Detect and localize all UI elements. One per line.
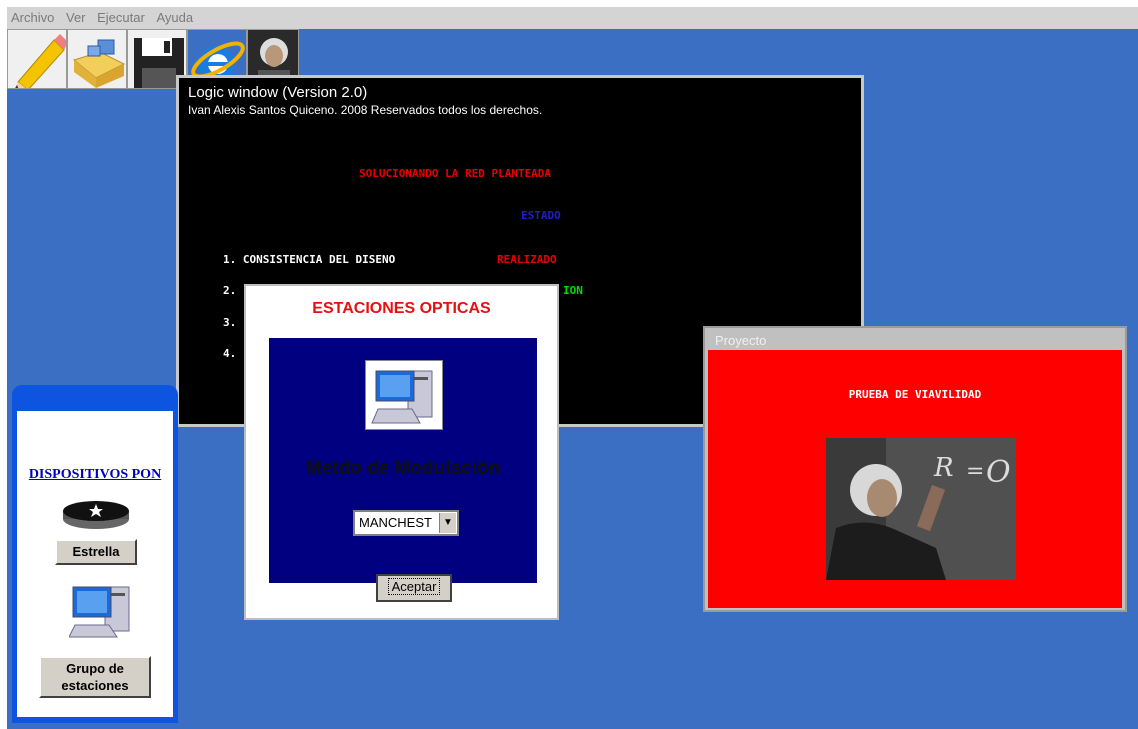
dialog-title: ESTACIONES OPTICAS [312,300,491,317]
menu-bar: Archivo Ver Ejecutar Ayuda [7,7,1138,29]
modulation-select[interactable]: MANCHEST ▼ [353,510,459,536]
solving-heading: SOLUCIONANDO LA RED PLANTEADA [359,167,552,180]
station-group-button[interactable]: Grupo de estaciones [39,656,151,698]
pon-devices-body: DISPOSITIVOS PON Estrella Grupo de estac… [17,411,173,717]
step-1-label: 1. CONSISTENCIA DEL DISENO [223,253,396,266]
step-2-label: 2. [223,284,237,297]
einstein-chalkboard-photo: R = O [826,438,1016,580]
accept-button-label: Aceptar [387,578,441,595]
accept-button[interactable]: Aceptar [376,574,452,602]
svg-text:R: R [933,453,954,483]
folder-icon [72,39,126,88]
menu-ejecutar[interactable]: Ejecutar [93,7,149,27]
menu-ayuda[interactable]: Ayuda [152,7,197,27]
menu-archivo[interactable]: Archivo [7,7,58,27]
logic-window-copyright: Ivan Alexis Santos Quiceno. 2008 Reserva… [188,103,543,117]
optical-stations-dialog: ESTACIONES OPTICAS Metdo de Modulación M… [244,284,559,620]
station-image [365,360,443,430]
project-window-body: PRUEBA DE VIAVILIDAD R = O [708,350,1122,608]
pencil-button[interactable] [7,29,67,89]
step-1-status: REALIZADO [497,253,557,266]
project-window-caption: Proyecto [715,333,767,348]
svg-text:=: = [966,459,984,484]
step-4-label: 4. [223,347,237,360]
pon-devices-title: DISPOSITIVOS PON [28,467,162,482]
open-button[interactable] [67,29,127,89]
star-coupler-icon [63,501,129,529]
modulation-label: Metdo de Modulación [305,458,501,479]
computer-icon [371,370,433,424]
modulation-select-value: MANCHEST [359,515,432,530]
status-header: ESTADO [521,209,561,222]
menu-ver[interactable]: Ver [62,7,90,27]
estrella-button[interactable]: Estrella [55,539,137,565]
step-2-status: ION [563,284,583,297]
chevron-down-icon[interactable]: ▼ [439,513,456,533]
logic-window-title: Logic window (Version 2.0) [188,84,368,101]
step-3-label: 3. [223,316,237,329]
computer-icon [69,586,130,638]
svg-text:O: O [986,455,1011,490]
dialog-panel: Metdo de Modulación MANCHEST ▼ [269,338,537,583]
pon-devices-panel: DISPOSITIVOS PON Estrella Grupo de estac… [12,385,178,723]
viability-test-title: PRUEBA DE VIAVILIDAD [848,388,982,401]
project-window: Proyecto PRUEBA DE VIAVILIDAD R = O [703,326,1127,612]
pencil-icon [15,34,66,88]
